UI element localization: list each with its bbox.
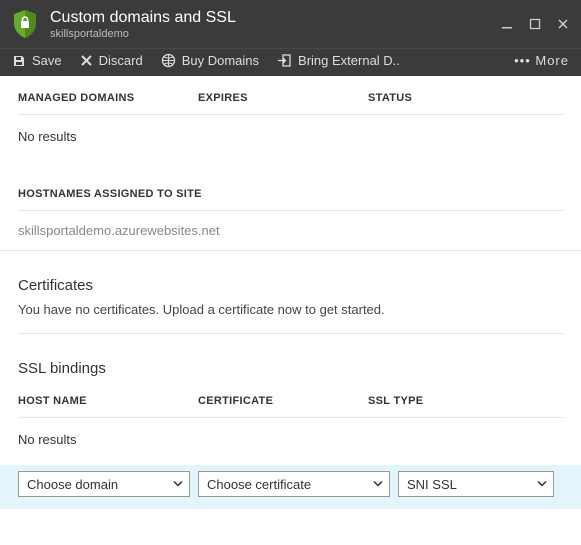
blade-header: Custom domains and SSL skillsportaldemo (0, 0, 581, 48)
header-titles: Custom domains and SSL skillsportaldemo (50, 9, 501, 40)
ssl-bindings-title: SSL bindings (18, 360, 563, 377)
col-expires: EXPIRES (198, 92, 368, 104)
ssl-bindings-section: SSL bindings (0, 334, 581, 385)
choose-domain-value: Choose domain (27, 477, 118, 492)
window-controls (501, 18, 569, 30)
choose-certificate-select[interactable]: Choose certificate (198, 471, 390, 497)
ellipsis-icon: ••• (514, 53, 531, 68)
buy-domains-button[interactable]: Buy Domains (161, 53, 259, 68)
bring-external-button[interactable]: Bring External D.. (277, 53, 400, 68)
ssl-bindings-add-row: Choose domain Choose certificate SNI SSL (0, 465, 581, 509)
ssl-bindings-header-row: HOST NAME CERTIFICATE SSL TYPE (0, 385, 581, 417)
blade-title: Custom domains and SSL (50, 9, 501, 27)
col-ssltype: SSL TYPE (368, 395, 563, 407)
managed-domains-header-row: MANAGED DOMAINS EXPIRES STATUS (0, 76, 581, 114)
hostname-row: skillsportaldemo.azurewebsites.net (0, 211, 581, 251)
col-certificate: CERTIFICATE (198, 395, 368, 407)
discard-button[interactable]: Discard (80, 53, 143, 68)
chevron-down-icon (173, 477, 183, 492)
buy-domains-label: Buy Domains (182, 53, 259, 68)
globe-icon (161, 53, 176, 68)
col-status: STATUS (368, 92, 563, 104)
close-icon[interactable] (557, 18, 569, 30)
save-label: Save (32, 53, 62, 68)
discard-icon (80, 54, 93, 67)
discard-label: Discard (99, 53, 143, 68)
external-icon (277, 53, 292, 68)
more-label: More (535, 53, 569, 68)
ssl-type-value: SNI SSL (407, 477, 457, 492)
col-managed-domains: MANAGED DOMAINS (18, 92, 198, 104)
blade-subtitle: skillsportaldemo (50, 28, 501, 40)
chevron-down-icon (373, 477, 383, 492)
ssl-bindings-empty: No results (0, 418, 581, 457)
save-button[interactable]: Save (12, 53, 62, 68)
minimize-icon[interactable] (501, 18, 513, 30)
choose-domain-select[interactable]: Choose domain (18, 471, 190, 497)
managed-domains-empty: No results (0, 115, 581, 158)
choose-certificate-value: Choose certificate (207, 477, 311, 492)
maximize-icon[interactable] (529, 18, 541, 30)
toolbar: Save Discard Buy Domains Bring External … (0, 48, 581, 76)
hostnames-section-header: HOSTNAMES ASSIGNED TO SITE (0, 158, 581, 210)
hostnames-title: HOSTNAMES ASSIGNED TO SITE (18, 188, 563, 200)
certificates-desc: You have no certificates. Upload a certi… (0, 302, 581, 327)
shield-lock-icon (12, 9, 38, 39)
bring-external-label: Bring External D.. (298, 53, 400, 68)
ssl-type-select[interactable]: SNI SSL (398, 471, 554, 497)
save-icon (12, 54, 26, 68)
certificates-title: Certificates (18, 277, 563, 294)
col-hostname: HOST NAME (18, 395, 198, 407)
chevron-down-icon (537, 477, 547, 492)
certificates-section: Certificates (0, 251, 581, 302)
more-button[interactable]: ••• More (514, 53, 569, 68)
